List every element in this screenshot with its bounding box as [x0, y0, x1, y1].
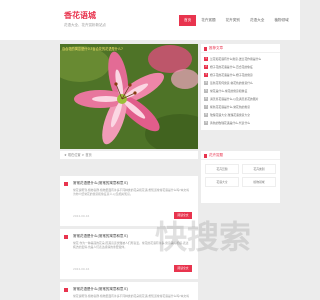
hero-banner[interactable]: 百合花的寓意是什么?百合花的花语是什么? — [60, 44, 198, 149]
ranking-item-label[interactable]: 满天星花语是什么,以及满天星花的图片 — [210, 97, 258, 101]
nav-item-flower-language[interactable]: 花语大全 — [245, 15, 269, 26]
post-excerpt: 常花说明到,植物喜群.植物里面有许多不同种类的花朵和花语,想知道常常花语是什么吗… — [73, 188, 190, 197]
nav-item-home[interactable]: 首页 — [179, 15, 197, 26]
site-title[interactable]: 香花语城 — [64, 10, 96, 21]
post-bullet-icon — [64, 235, 68, 239]
ranking-list: 1 兰花和花语有什么寓意,送兰花作用是什么 2 橙子花的花语是什么,百合花的象征 3… — [201, 53, 280, 129]
post-card: 常常花语是什么(常常的寓意和意义) 常花说明到,植物喜群.植物里面有许多不同种类… — [60, 282, 198, 300]
category-link[interactable]: 植物领域 — [242, 177, 276, 187]
post-excerpt: 常花说明到,植物喜群.植物里面有许多不同种类的花朵和花语,想知道常常花语是什么吗… — [73, 294, 190, 298]
ranking-item[interactable]: 1 兰花和花语有什么寓意,送兰花作用是什么 — [204, 55, 277, 63]
ranking-item[interactable]: 9 黄色的玫瑰花语是什么,代表什么 — [204, 119, 277, 127]
ranking-item[interactable]: 4 蓝色花有何寓意,常花色的寓意什么 — [204, 79, 277, 87]
post-title[interactable]: 常常花语是什么(常常的寓意和意义) — [73, 234, 128, 239]
recommended-widget: 推荐文章 1 兰花和花语有什么寓意,送兰花作用是什么 2 橙子花的花语是什么,百合花… — [201, 44, 280, 130]
ranking-item-label[interactable]: 紫色花花语是什么,常花色的寓意 — [210, 105, 250, 109]
post-date: 2024-09-16 — [73, 267, 90, 271]
ranking-item-label[interactable]: 橙子花的花语是什么,百合花的象征 — [210, 65, 253, 69]
post-bullet-icon — [64, 288, 68, 292]
post-date: 2024-09-16 — [73, 214, 90, 218]
read-more-button[interactable]: 阅读全文 — [174, 265, 192, 272]
category-link[interactable]: 花卉类别 — [242, 164, 276, 174]
rank-number: 5 — [204, 89, 208, 93]
rank-number: 8 — [204, 113, 208, 117]
ranking-item-label[interactable]: 橙子花的花语是什么,橙子花的寓意 — [210, 73, 253, 77]
lily-flower-image — [60, 44, 198, 149]
ranking-item-label[interactable]: 蓝色花有何寓意,常花色的寓意什么 — [210, 81, 253, 85]
site-header: 香花语城 花语大全、花卉赏析新站点 首页 花卉赏题 花卉类别 花语大全 植物领域 — [0, 0, 300, 40]
rank-number: 7 — [204, 105, 208, 109]
watermark: 快搜索 — [155, 218, 252, 256]
nav-item-categories[interactable]: 花卉类别 — [221, 15, 245, 26]
ranking-item[interactable]: 5 常花是什么,常花的寓意和象征 — [204, 87, 277, 95]
rank-number: 1 — [204, 57, 208, 61]
rank-number: 3 — [204, 73, 208, 77]
nav-item-topics[interactable]: 花卉赏题 — [196, 15, 220, 26]
nav-item-plants[interactable]: 植物领域 — [269, 15, 293, 26]
widget-title: 花卉赏题 — [201, 151, 280, 160]
post-bullet-icon — [64, 182, 68, 186]
ranking-item-label[interactable]: 黄色的玫瑰花语是什么,代表什么 — [210, 121, 250, 125]
category-widget: 花卉赏题 花卉赏题 花卉类别 花语大全 植物领域 — [201, 151, 280, 203]
rank-number: 4 — [204, 81, 208, 85]
breadcrumb: ★ 现在位置 > 首页 — [60, 151, 198, 159]
ranking-item[interactable]: 2 橙子花的花语是什么,百合花的象征 — [204, 63, 277, 71]
ranking-item-label[interactable]: 兰花和花语有什么寓意,送兰花作用是什么 — [210, 57, 261, 61]
ranking-item-label[interactable]: 常花是什么,常花的寓意和象征 — [210, 89, 247, 93]
post-title[interactable]: 常常花语是什么(常常的寓意和意义) — [73, 181, 128, 186]
site-subtitle: 花语大全、花卉赏析新站点 — [64, 23, 106, 27]
hero-caption[interactable]: 百合花的寓意是什么?百合花的花语是什么? — [62, 46, 123, 51]
ranking-item-label[interactable]: 玫瑰花语大全,玫瑰花语寓意大全 — [210, 113, 250, 117]
post-title[interactable]: 常常花语是什么(常常的寓意和意义) — [73, 287, 128, 292]
rank-number: 2 — [204, 65, 208, 69]
rank-number: 6 — [204, 97, 208, 101]
category-link[interactable]: 花卉赏题 — [205, 164, 239, 174]
main-nav: 首页 花卉赏题 花卉类别 花语大全 植物领域 — [179, 15, 294, 26]
ranking-item[interactable]: 7 紫色花花语是什么,常花色的寓意 — [204, 103, 277, 111]
rank-number: 9 — [204, 121, 208, 125]
ranking-item[interactable]: 3 橙子花的花语是什么,橙子花的寓意 — [204, 71, 277, 79]
widget-title: 推荐文章 — [201, 44, 280, 53]
category-grid: 花卉赏题 花卉类别 花语大全 植物领域 — [201, 160, 280, 191]
ranking-item[interactable]: 8 玫瑰花语大全,玫瑰花语寓意大全 — [204, 111, 277, 119]
ranking-item[interactable]: 6 满天星花语是什么,以及满天星花的图片 — [204, 95, 277, 103]
category-link[interactable]: 花语大全 — [205, 177, 239, 187]
